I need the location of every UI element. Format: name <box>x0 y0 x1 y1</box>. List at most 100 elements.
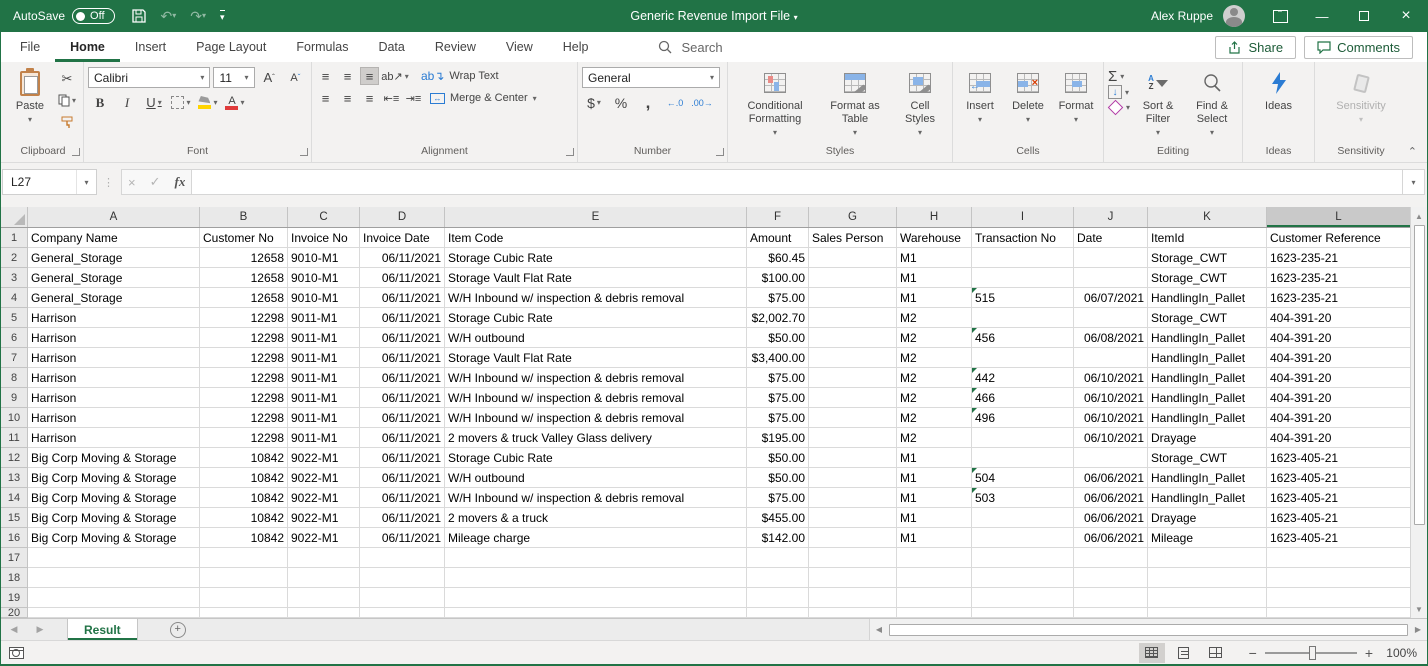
cell-E14[interactable]: W/H Inbound w/ inspection & debris remov… <box>445 488 747 508</box>
scroll-left-icon[interactable]: ◀ <box>871 625 887 634</box>
scroll-down-icon[interactable]: ▼ <box>1415 602 1423 616</box>
cell-L20[interactable] <box>1267 608 1410 618</box>
cell-H6[interactable]: M2 <box>897 328 972 348</box>
cell-C16[interactable]: 9022-M1 <box>288 528 360 548</box>
cell-G11[interactable] <box>809 428 897 448</box>
number-dialog-launcher-icon[interactable] <box>716 148 724 156</box>
cell-I7[interactable] <box>972 348 1074 368</box>
cell-A20[interactable] <box>28 608 200 618</box>
cell-H10[interactable]: M2 <box>897 408 972 428</box>
cell-E10[interactable]: W/H Inbound w/ inspection & debris remov… <box>445 408 747 428</box>
cell-E1[interactable]: Item Code <box>445 228 747 248</box>
cell-F2[interactable]: $60.45 <box>747 248 809 268</box>
cell-C20[interactable] <box>288 608 360 618</box>
cell-E7[interactable]: Storage Vault Flat Rate <box>445 348 747 368</box>
cell-F3[interactable]: $100.00 <box>747 268 809 288</box>
cell-K6[interactable]: HandlingIn_Pallet <box>1148 328 1267 348</box>
fill-color-button[interactable] <box>196 92 220 113</box>
cell-H17[interactable] <box>897 548 972 568</box>
cell-H2[interactable]: M1 <box>897 248 972 268</box>
tab-view[interactable]: View <box>491 32 548 62</box>
cell-E17[interactable] <box>445 548 747 568</box>
cell-K7[interactable]: HandlingIn_Pallet <box>1148 348 1267 368</box>
cell-J10[interactable]: 06/10/2021 <box>1074 408 1148 428</box>
row-header-10[interactable]: 10 <box>1 408 28 428</box>
column-header-K[interactable]: K <box>1148 207 1267 227</box>
row-header-7[interactable]: 7 <box>1 348 28 368</box>
row-header-17[interactable]: 17 <box>1 548 28 568</box>
font-name-combo[interactable]: Calibri▾ <box>88 67 210 88</box>
view-page-break-button[interactable] <box>1203 643 1229 663</box>
tab-data[interactable]: Data <box>363 32 419 62</box>
column-header-G[interactable]: G <box>809 207 897 227</box>
cell-C15[interactable]: 9022-M1 <box>288 508 360 528</box>
cell-I4[interactable]: 515 <box>972 288 1074 308</box>
cell-L7[interactable]: 404-391-20 <box>1267 348 1410 368</box>
cell-G19[interactable] <box>809 588 897 608</box>
cell-L16[interactable]: 1623-405-21 <box>1267 528 1410 548</box>
delete-cells-button[interactable]: × Delete ▾ <box>1005 65 1051 129</box>
cell-C7[interactable]: 9011-M1 <box>288 348 360 368</box>
cell-I18[interactable] <box>972 568 1074 588</box>
cell-A6[interactable]: Harrison <box>28 328 200 348</box>
bold-button[interactable]: B <box>88 92 112 113</box>
cell-K11[interactable]: Drayage <box>1148 428 1267 448</box>
cell-C6[interactable]: 9011-M1 <box>288 328 360 348</box>
cell-A18[interactable] <box>28 568 200 588</box>
cell-G18[interactable] <box>809 568 897 588</box>
cell-C3[interactable]: 9010-M1 <box>288 268 360 288</box>
column-header-F[interactable]: F <box>747 207 809 227</box>
cell-J20[interactable] <box>1074 608 1148 618</box>
clear-button[interactable]: ▾ <box>1108 100 1130 115</box>
tab-file[interactable]: File <box>5 32 55 62</box>
percent-style-button[interactable]: % <box>609 92 633 113</box>
cell-E3[interactable]: Storage Vault Flat Rate <box>445 268 747 288</box>
cell-A3[interactable]: General_Storage <box>28 268 200 288</box>
cell-L18[interactable] <box>1267 568 1410 588</box>
row-header-20[interactable]: 20 <box>1 608 28 618</box>
cell-L8[interactable]: 404-391-20 <box>1267 368 1410 388</box>
vertical-scrollbar[interactable]: ▲ ▼ <box>1410 207 1427 618</box>
search-box[interactable]: Search <box>658 40 722 55</box>
ideas-button[interactable]: Ideas <box>1256 65 1302 116</box>
cell-H14[interactable]: M1 <box>897 488 972 508</box>
row-header-13[interactable]: 13 <box>1 468 28 488</box>
cell-C10[interactable]: 9011-M1 <box>288 408 360 428</box>
cell-L2[interactable]: 1623-235-21 <box>1267 248 1410 268</box>
row-header-14[interactable]: 14 <box>1 488 28 508</box>
cell-E13[interactable]: W/H outbound <box>445 468 747 488</box>
tab-review[interactable]: Review <box>420 32 491 62</box>
autosave-toggle[interactable]: AutoSave Off <box>13 8 115 24</box>
cell-A12[interactable]: Big Corp Moving & Storage <box>28 448 200 468</box>
cell-F17[interactable] <box>747 548 809 568</box>
cell-J15[interactable]: 06/06/2021 <box>1074 508 1148 528</box>
column-header-H[interactable]: H <box>897 207 972 227</box>
cell-L6[interactable]: 404-391-20 <box>1267 328 1410 348</box>
cell-H5[interactable]: M2 <box>897 308 972 328</box>
increase-indent-button[interactable]: ⇥≡ <box>404 89 423 107</box>
cell-J4[interactable]: 06/07/2021 <box>1074 288 1148 308</box>
cell-G3[interactable] <box>809 268 897 288</box>
redo-icon[interactable]: ↷▾ <box>190 9 206 23</box>
cell-K8[interactable]: HandlingIn_Pallet <box>1148 368 1267 388</box>
align-left-button[interactable]: ≡ <box>316 89 335 107</box>
cell-A8[interactable]: Harrison <box>28 368 200 388</box>
cell-D13[interactable]: 06/11/2021 <box>360 468 445 488</box>
decrease-font-size-button[interactable]: Aˇ <box>284 67 307 88</box>
cell-G10[interactable] <box>809 408 897 428</box>
cell-K3[interactable]: Storage_CWT <box>1148 268 1267 288</box>
cell-D18[interactable] <box>360 568 445 588</box>
cell-D3[interactable]: 06/11/2021 <box>360 268 445 288</box>
cell-C5[interactable]: 9011-M1 <box>288 308 360 328</box>
cell-C19[interactable] <box>288 588 360 608</box>
cell-I6[interactable]: 456 <box>972 328 1074 348</box>
cell-G16[interactable] <box>809 528 897 548</box>
increase-font-size-button[interactable]: Aˆ <box>258 67 281 88</box>
cell-D11[interactable]: 06/11/2021 <box>360 428 445 448</box>
customize-toolbar-icon[interactable]: ▾ <box>220 10 225 23</box>
decrease-indent-button[interactable]: ⇤≡ <box>382 89 401 107</box>
cut-button[interactable]: ✂ <box>55 68 79 89</box>
find-select-button[interactable]: Find & Select ▾ <box>1186 65 1238 142</box>
ribbon-display-options-button[interactable]: ⌃ <box>1259 0 1301 32</box>
merge-center-button[interactable]: ↔ Merge & Center ▾ <box>430 92 537 104</box>
